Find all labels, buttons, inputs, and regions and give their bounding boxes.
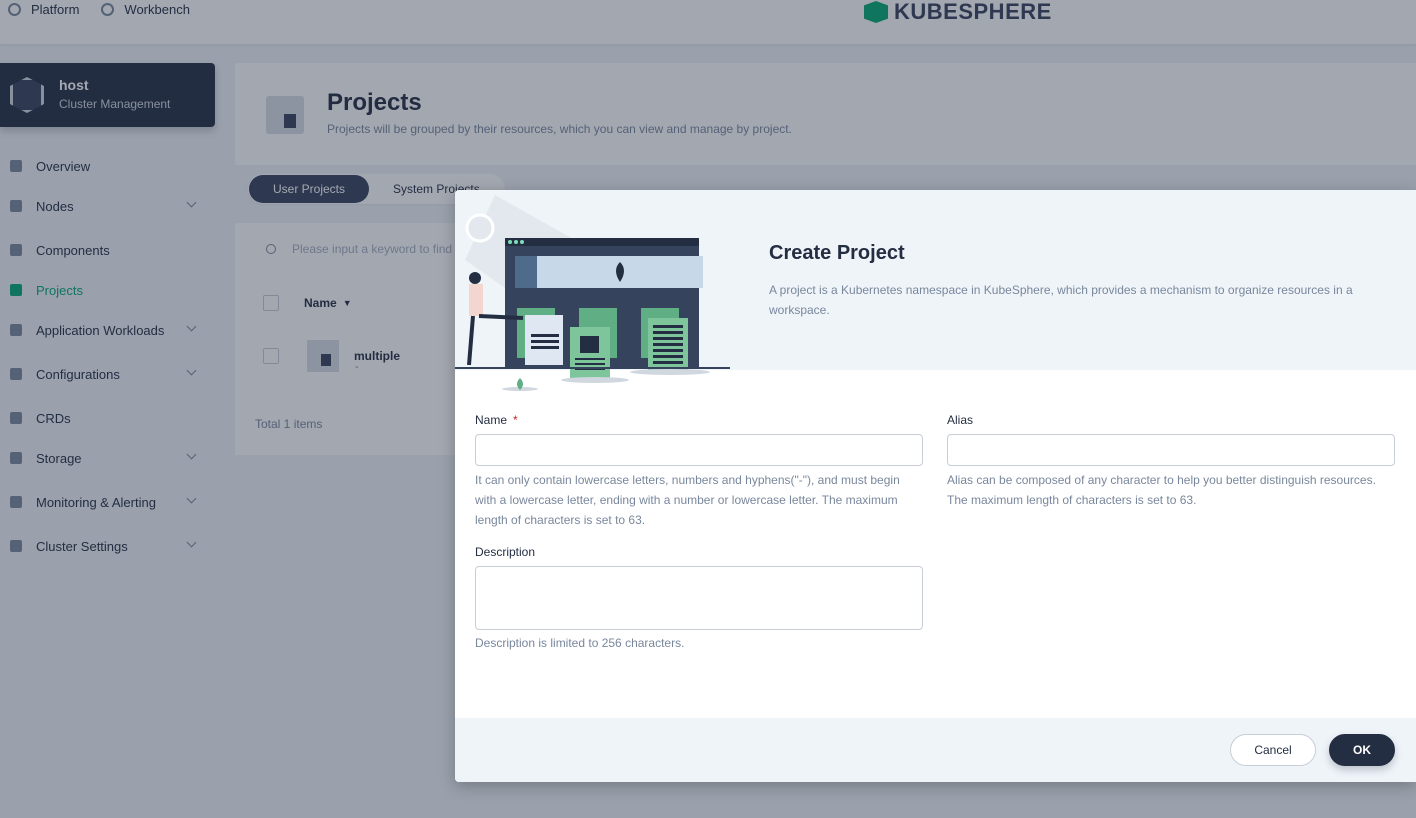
dialog-header: Create Project A project is a Kubernetes… [455, 190, 1416, 391]
name-input[interactable] [475, 434, 923, 466]
alias-hint: Alias can be composed of any character t… [947, 473, 1376, 507]
ok-button[interactable]: OK [1329, 734, 1395, 766]
cancel-button[interactable]: Cancel [1230, 734, 1316, 766]
alias-label: Alias [947, 413, 974, 427]
name-label: Name * [475, 413, 518, 427]
create-project-dialog: Create Project A project is a Kubernetes… [455, 190, 1416, 782]
dialog-description: A project is a Kubernetes namespace in K… [769, 283, 1353, 317]
alias-input[interactable] [947, 434, 1395, 466]
description-hint: Description is limited to 256 characters… [475, 636, 685, 650]
required-mark: * [513, 413, 518, 427]
dialog-title: Create Project [769, 242, 905, 264]
description-textarea[interactable] [475, 566, 923, 630]
name-hint: It can only contain lowercase letters, n… [475, 473, 900, 527]
project-illustration [455, 195, 730, 391]
dialog-footer: Cancel OK [455, 718, 1416, 782]
description-label: Description [475, 545, 536, 559]
name-label-text: Name [475, 413, 508, 427]
